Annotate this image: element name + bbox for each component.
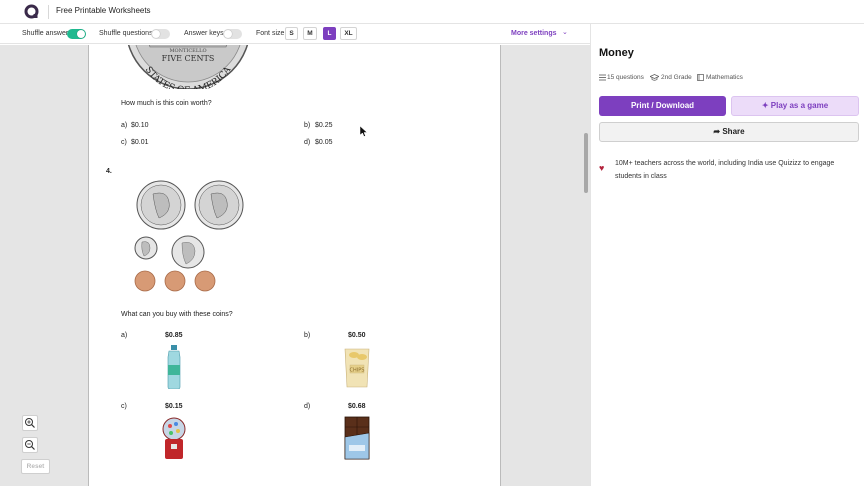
more-settings-button[interactable]: More settings	[511, 30, 557, 37]
q4-option-b-letter: b)	[304, 332, 311, 339]
svg-text:MONTICELLO: MONTICELLO	[169, 48, 206, 54]
q3-option-a-text: $0.10	[131, 122, 149, 129]
chocolate-bar-image	[344, 416, 370, 460]
sparkle-icon: ✦	[761, 101, 769, 110]
graduation-cap-icon	[650, 74, 659, 81]
q4-option-c-price: $0.15	[165, 403, 183, 410]
question-4-prompt: What can you buy with these coins?	[121, 311, 233, 318]
header-divider	[48, 5, 49, 19]
q4-option-a-price: $0.85	[165, 332, 183, 339]
header-title: Free Printable Worksheets	[56, 6, 151, 15]
nickel-coin-image: FIVE CENTS STATES OF AMERICA MONTICELLO	[127, 45, 249, 89]
q3-option-d-letter: d)	[304, 139, 311, 146]
q4-option-d-price: $0.68	[348, 403, 366, 410]
question-count: 15 questions	[607, 74, 644, 81]
worksheet-info-panel: Money 15 questions 2nd Grade Mathematics…	[590, 24, 864, 486]
svg-text:CHIPS: CHIPS	[350, 368, 365, 374]
play-as-game-button[interactable]: ✦ Play as a game	[731, 96, 859, 116]
book-icon	[697, 74, 704, 81]
font-size-label: Font size	[256, 30, 285, 37]
gumball-machine-image	[162, 417, 186, 459]
q4-option-d-letter: d)	[304, 403, 311, 410]
q3-option-c-letter: c)	[121, 139, 127, 146]
q4-option-b-price: $0.50	[348, 332, 366, 339]
q4-option-c-letter: c)	[121, 403, 127, 410]
q3-option-d-text: $0.05	[315, 139, 333, 146]
zoom-in-icon	[25, 418, 35, 428]
list-icon	[599, 74, 606, 81]
mouse-cursor-icon	[360, 126, 368, 137]
top-bar: Free Printable Worksheets	[0, 0, 864, 24]
heart-icon: ♥	[599, 163, 605, 173]
worksheet-title: Money	[599, 47, 634, 59]
subject: Mathematics	[706, 74, 743, 81]
q3-option-b-letter: b)	[304, 122, 311, 129]
zoom-out-button[interactable]	[22, 437, 38, 453]
reset-zoom-button[interactable]: Reset	[21, 459, 50, 474]
zoom-in-button[interactable]	[22, 415, 38, 431]
shuffle-answer-toggle[interactable]	[67, 29, 86, 39]
chevron-down-icon[interactable]: ⌄	[562, 28, 568, 36]
answer-keys-toggle[interactable]	[223, 29, 242, 39]
q3-option-b-text: $0.25	[315, 122, 333, 129]
question-4-number: 4.	[106, 168, 112, 175]
promo-text: 10M+ teachers across the world, includin…	[615, 160, 835, 180]
share-label: Share	[722, 127, 745, 136]
font-size-m-button[interactable]: M	[303, 27, 317, 40]
svg-text:FIVE CENTS: FIVE CENTS	[162, 54, 215, 63]
play-as-game-label: Play as a game	[770, 101, 829, 110]
answer-keys-label: Answer keys	[184, 30, 224, 37]
shuffle-questions-label: Shuffle questions	[99, 30, 153, 37]
font-size-l-button[interactable]: L	[323, 27, 336, 40]
q3-option-a-letter: a)	[121, 122, 128, 129]
zoom-out-icon	[25, 440, 35, 450]
grade-level: 2nd Grade	[661, 74, 692, 81]
share-button[interactable]: ➦ Share	[599, 122, 859, 142]
coins-group-image	[134, 180, 244, 292]
worksheet-page: FIVE CENTS STATES OF AMERICA MONTICELLO …	[88, 45, 501, 486]
water-bottle-image	[167, 345, 181, 389]
chips-bag-image: CHIPS	[344, 348, 370, 388]
font-size-xl-button[interactable]: XL	[340, 27, 357, 40]
quizizz-logo-icon[interactable]	[24, 4, 40, 20]
shuffle-questions-toggle[interactable]	[151, 29, 170, 39]
worksheet-toolbar: Shuffle answer Shuffle questions Answer …	[0, 24, 590, 44]
q3-option-c-text: $0.01	[131, 139, 149, 146]
shuffle-answer-label: Shuffle answer	[22, 30, 69, 37]
question-3-prompt: How much is this coin worth?	[121, 100, 212, 107]
share-arrow-icon: ➦	[713, 127, 721, 136]
q4-option-a-letter: a)	[121, 332, 128, 339]
worksheet-viewer[interactable]: FIVE CENTS STATES OF AMERICA MONTICELLO …	[0, 45, 590, 486]
print-download-button[interactable]: Print / Download	[599, 96, 726, 116]
font-size-s-button[interactable]: S	[285, 27, 298, 40]
viewer-scrollbar[interactable]	[584, 133, 588, 193]
